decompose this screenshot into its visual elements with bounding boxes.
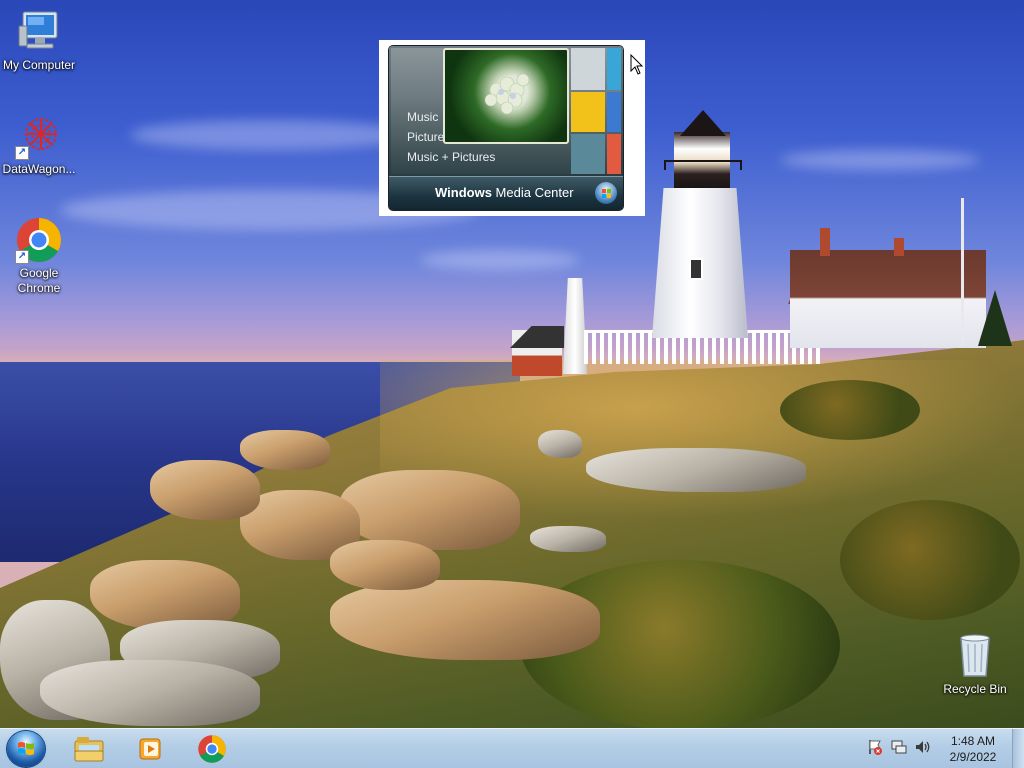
hydrangea-photo: [443, 48, 569, 144]
desktop-icon-recycle-bin[interactable]: Recycle Bin: [937, 632, 1013, 697]
clock-time: 1:48 AM: [950, 734, 996, 748]
network-icon[interactable]: [890, 738, 908, 758]
start-button[interactable]: [7, 731, 45, 767]
rock: [538, 430, 582, 458]
taskbar-file-explorer-button[interactable]: [61, 731, 117, 767]
media-center-title-bar: Windows Media Center: [389, 176, 623, 210]
tile: [571, 134, 605, 174]
cloud: [780, 150, 980, 170]
menu-item-music-pictures: Music + Pictures: [407, 150, 496, 164]
desktop-icon-label: DataWagon...: [2, 162, 76, 176]
desktop-icon-my-computer[interactable]: My Computer: [1, 8, 77, 73]
tile: [607, 92, 621, 132]
cloud: [130, 120, 410, 150]
flag-pole: [961, 198, 964, 346]
taskbar-clock[interactable]: 1:48 AM 2/9/2022: [940, 733, 1006, 765]
media-center-preview: Music Pictures Music + Pictures: [391, 48, 621, 174]
shortcut-arrow-icon: ↗: [15, 146, 29, 160]
desktop-icon-label: My Computer: [2, 58, 76, 72]
tile: [607, 134, 621, 174]
clock-date: 2/9/2022: [949, 750, 997, 764]
recycle-bin-icon: [951, 632, 999, 680]
media-center-thumbnail[interactable]: Music Pictures Music + Pictures Windows …: [389, 46, 623, 210]
media-player-icon: [139, 738, 161, 760]
rock: [340, 470, 520, 550]
desktop-icon-datawagon[interactable]: ↗ DataWagon...: [1, 112, 77, 177]
desktop-icon-label: Google Chrome: [17, 266, 61, 295]
rock: [330, 540, 440, 590]
lighthouse-window: [689, 258, 703, 280]
rock: [150, 460, 260, 520]
shortcut-arrow-icon: ↗: [15, 250, 29, 264]
lighthouse-cap: [680, 110, 726, 136]
tile: [607, 48, 621, 90]
taskbar-chrome-button[interactable]: [184, 731, 240, 767]
lighthouse-rail: [664, 160, 742, 170]
tile: [571, 92, 605, 132]
datawagon-icon: ↗: [15, 112, 63, 160]
volume-icon[interactable]: [914, 738, 932, 758]
tile: [571, 48, 605, 90]
rock: [586, 448, 806, 492]
desktop-icon-google-chrome[interactable]: ↗ Google Chrome: [1, 216, 77, 296]
bush: [840, 500, 1020, 620]
chimney: [820, 228, 830, 256]
rock: [330, 580, 600, 660]
menu-item-music: Music: [407, 110, 439, 124]
taskbar-media-center-button[interactable]: [122, 731, 178, 767]
rock: [40, 660, 260, 726]
computer-icon: [15, 8, 63, 56]
rock: [530, 526, 606, 552]
media-center-title: Windows Media Center: [435, 185, 574, 200]
media-tiles: [571, 48, 621, 174]
rock: [240, 430, 330, 470]
house: [790, 250, 986, 348]
windows-logo-icon: [17, 740, 35, 758]
windows-logo-icon: [595, 182, 617, 204]
chrome-icon: ↗: [15, 216, 63, 264]
chimney: [894, 238, 904, 256]
folder-icon: [74, 737, 104, 762]
show-desktop-button[interactable]: [1012, 729, 1024, 768]
bush: [780, 380, 920, 440]
mouse-cursor-icon: [630, 53, 644, 76]
desktop-icon-label: Recycle Bin: [943, 682, 1007, 696]
cloud: [420, 250, 580, 270]
chrome-icon: [198, 735, 226, 763]
action-center-flag-icon[interactable]: [866, 738, 884, 758]
